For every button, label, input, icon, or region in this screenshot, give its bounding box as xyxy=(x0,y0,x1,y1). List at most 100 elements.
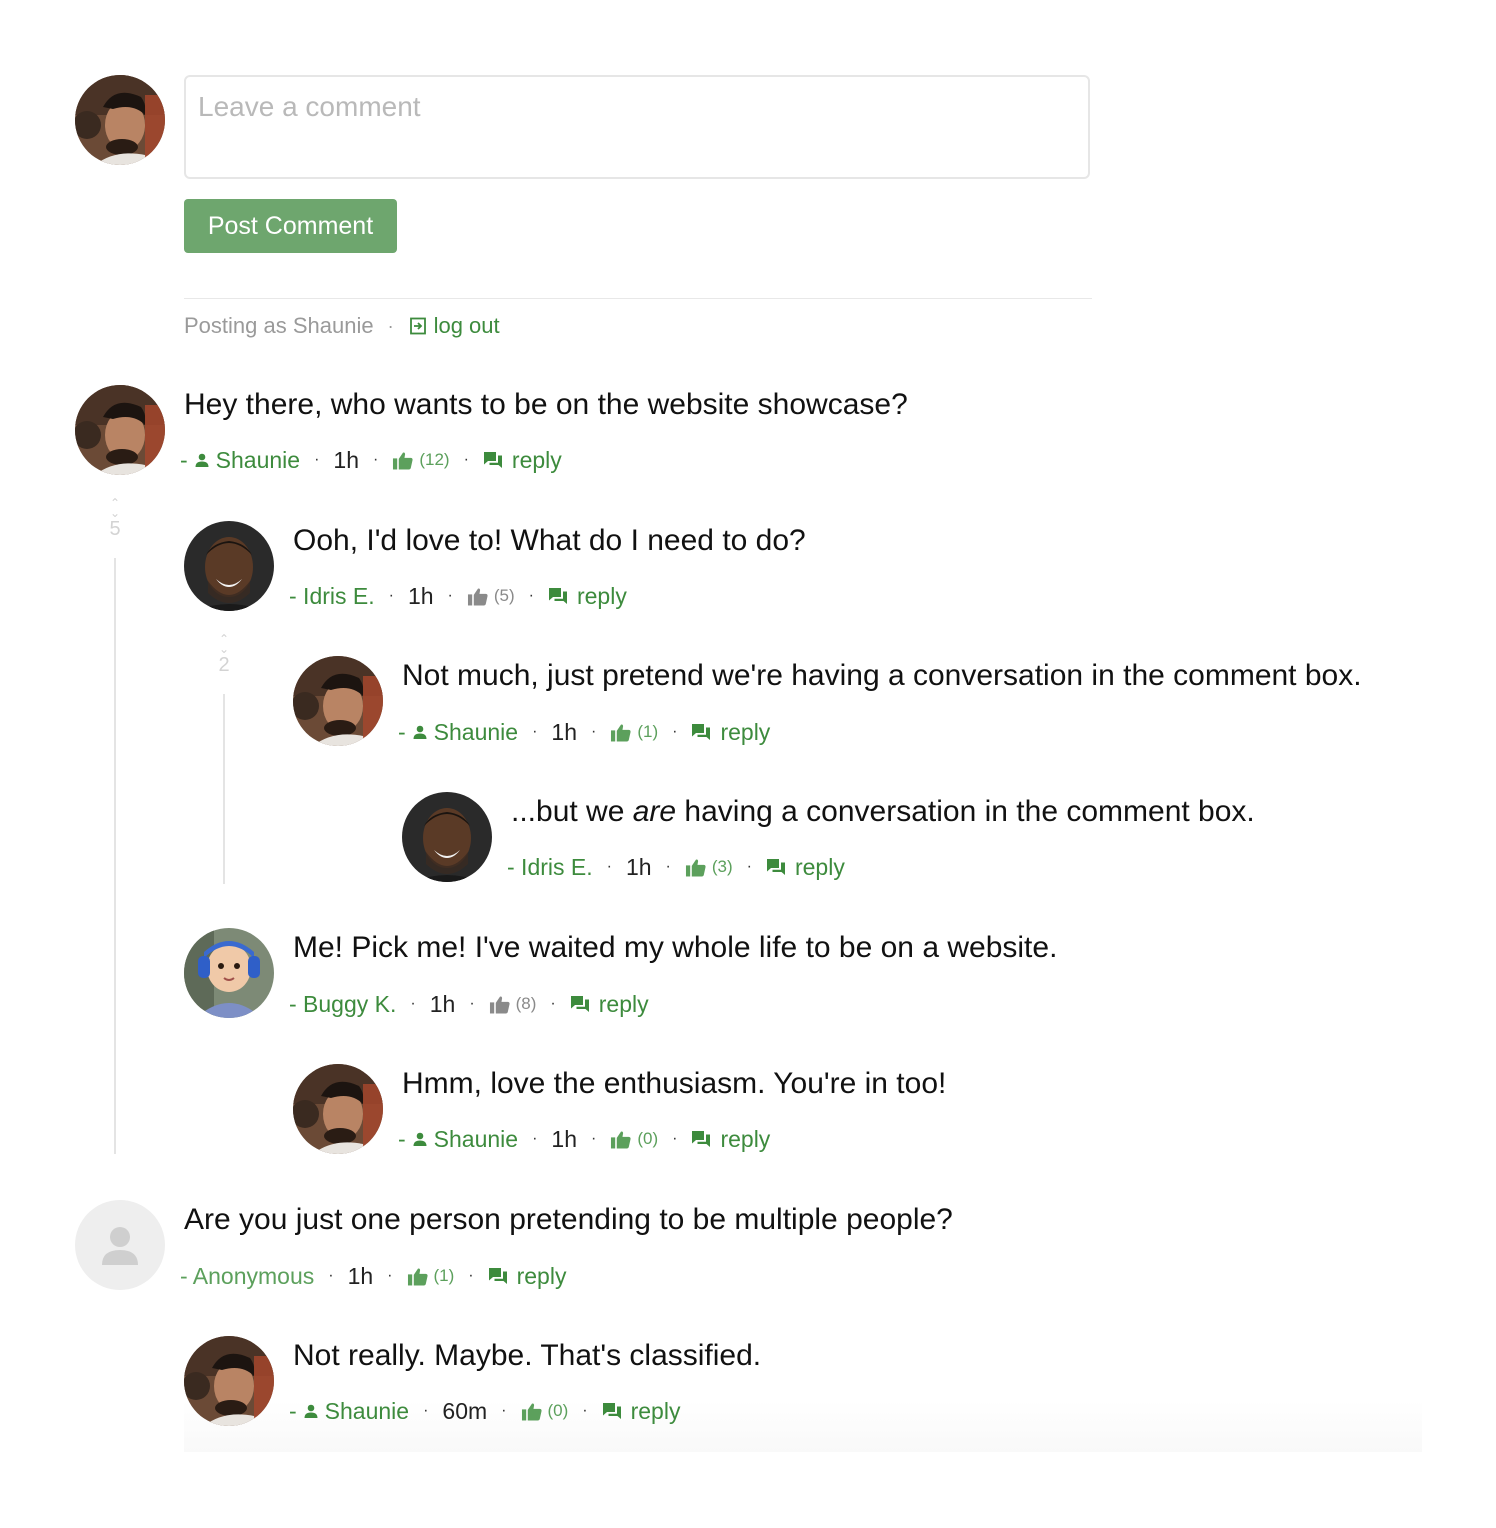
author-link[interactable]: - Idris E. xyxy=(507,854,593,881)
collapse-thread-toggle[interactable]: ⌃ ⌄ 5 xyxy=(105,497,125,541)
reply-label: reply xyxy=(516,1262,567,1289)
author-link[interactable]: - Shaunie xyxy=(398,1126,518,1153)
timestamp: 1h xyxy=(551,1125,578,1152)
reply-button[interactable]: reply xyxy=(691,719,770,746)
reply-label: reply xyxy=(794,853,845,880)
like-count: (3) xyxy=(711,857,733,876)
chat-icon xyxy=(691,723,711,741)
author-link[interactable]: - Shaunie xyxy=(180,447,300,474)
author-name: Shaunie xyxy=(215,446,301,473)
chat-icon xyxy=(488,1267,508,1285)
timestamp: 1h xyxy=(407,582,434,609)
like-button[interactable]: (1) xyxy=(610,722,658,742)
like-button[interactable]: (0) xyxy=(521,1401,569,1421)
reply-label: reply xyxy=(720,718,771,745)
author-name: - Idris E. xyxy=(289,582,375,609)
comment-text: Hmm, love the enthusiasm. You're in too! xyxy=(402,1067,947,1100)
like-button[interactable]: (0) xyxy=(610,1129,658,1149)
reply-button[interactable]: reply xyxy=(691,1126,770,1153)
posting-as-row: Posting as Shaunie · log out xyxy=(184,311,500,341)
emphasis-text: are xyxy=(632,795,677,828)
avatar xyxy=(402,792,492,882)
timestamp: 1h xyxy=(551,718,578,745)
author-name: Shaunie xyxy=(433,1125,519,1152)
comment-text: Are you just one person pretending to be… xyxy=(184,1203,953,1236)
thread-reply-count: 2 xyxy=(218,654,230,676)
person-icon xyxy=(194,452,210,468)
thumbs-up-icon xyxy=(467,587,489,606)
thread-line xyxy=(114,558,116,1154)
person-icon xyxy=(412,724,428,740)
person-icon xyxy=(303,1403,319,1419)
comment-text: Me! Pick me! I've waited my whole life t… xyxy=(293,931,1058,964)
author-name: - Anonymous xyxy=(180,1262,315,1289)
thumbs-up-icon xyxy=(610,723,632,742)
timestamp: 1h xyxy=(347,1262,374,1289)
logout-icon xyxy=(409,317,426,335)
comment-input-box[interactable] xyxy=(184,75,1090,179)
reply-button[interactable]: reply xyxy=(548,583,627,610)
thumbs-up-icon xyxy=(489,995,511,1014)
comment-text: Not really. Maybe. That's classified. xyxy=(293,1339,762,1372)
person-icon xyxy=(102,1227,138,1265)
like-button[interactable]: (8) xyxy=(489,994,537,1014)
avatar xyxy=(184,928,274,1018)
author-link[interactable]: - Anonymous xyxy=(180,1263,314,1290)
comment-meta: - Shaunie · 60m · (0) · reply xyxy=(289,1397,681,1425)
comment-text: Not much, just pretend we're having a co… xyxy=(402,659,1362,692)
reply-label: reply xyxy=(630,1397,681,1424)
comment-text: ...but we are having a conversation in t… xyxy=(511,795,1255,828)
comment-input[interactable] xyxy=(186,77,1088,177)
like-button[interactable]: (5) xyxy=(467,586,515,606)
thumbs-up-icon xyxy=(407,1267,429,1286)
author-name: - Buggy K. xyxy=(289,990,397,1017)
post-comment-button[interactable]: Post Comment xyxy=(184,199,397,253)
author-name: Shaunie xyxy=(433,718,519,745)
chat-icon xyxy=(570,995,590,1013)
thread-line xyxy=(223,694,225,884)
like-button[interactable]: (12) xyxy=(392,450,450,470)
like-count: (0) xyxy=(547,1401,569,1420)
thumbs-up-icon xyxy=(392,451,414,470)
comment-meta: - Anonymous · 1h · (1) · reply xyxy=(180,1262,567,1290)
comment-text: Ooh, I'd love to! What do I need to do? xyxy=(293,524,806,557)
like-button[interactable]: (1) xyxy=(407,1266,455,1286)
avatar xyxy=(293,1064,383,1154)
logout-link[interactable]: log out xyxy=(408,313,500,339)
like-button[interactable]: (3) xyxy=(685,857,733,877)
author-link[interactable]: - Idris E. xyxy=(289,583,375,610)
reply-button[interactable]: reply xyxy=(483,447,562,474)
person-icon xyxy=(412,1131,428,1147)
avatar xyxy=(75,385,165,475)
chat-icon xyxy=(691,1130,711,1148)
posting-as-label: Posting as Shaunie xyxy=(184,313,374,338)
like-count: (5) xyxy=(493,586,515,605)
comment-text: Hey there, who wants to be on the websit… xyxy=(184,388,908,421)
separator-dot: · xyxy=(387,315,394,336)
avatar xyxy=(184,1336,274,1426)
chat-icon xyxy=(548,587,568,605)
reply-button[interactable]: reply xyxy=(766,854,845,881)
timestamp: 60m xyxy=(442,1397,488,1424)
reply-button[interactable]: reply xyxy=(570,991,649,1018)
author-link[interactable]: - Shaunie xyxy=(289,1398,409,1425)
comment-meta: - Buggy K. · 1h · (8) · reply xyxy=(289,990,649,1018)
author-link[interactable]: - Buggy K. xyxy=(289,991,396,1018)
avatar xyxy=(293,656,383,746)
reply-button[interactable]: reply xyxy=(602,1397,681,1425)
chat-icon xyxy=(602,1402,622,1420)
thumbs-up-icon xyxy=(685,858,707,877)
reply-label: reply xyxy=(576,582,627,609)
like-count: (12) xyxy=(419,450,450,469)
author-link[interactable]: - Shaunie xyxy=(398,719,518,746)
current-user-avatar xyxy=(75,75,165,165)
collapse-thread-toggle[interactable]: ⌃ ⌄ 2 xyxy=(214,633,234,677)
comment-meta: - Idris E. · 1h · (5) · reply xyxy=(289,582,627,610)
reply-label: reply xyxy=(720,1125,771,1152)
comment-meta: - Shaunie · 1h · (1) · reply xyxy=(398,718,771,746)
comment-meta: - Idris E. · 1h · (3) · reply xyxy=(507,853,845,881)
like-count: (1) xyxy=(433,1266,455,1285)
anonymous-avatar xyxy=(75,1200,165,1290)
like-count: (8) xyxy=(515,994,537,1013)
reply-button[interactable]: reply xyxy=(488,1262,567,1290)
